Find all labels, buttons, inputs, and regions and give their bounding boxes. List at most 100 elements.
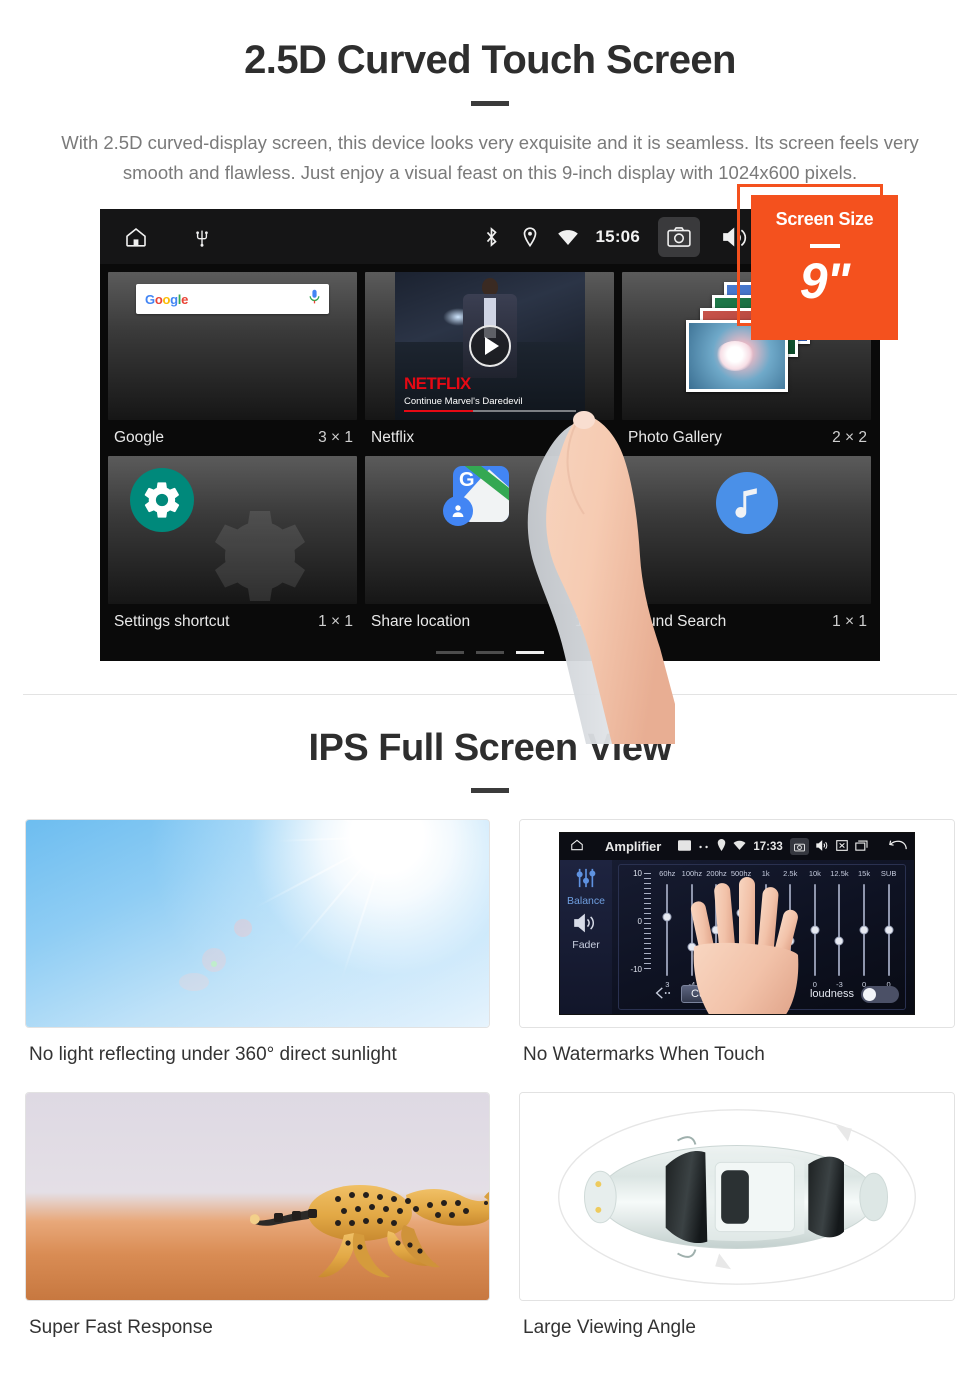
loudness-control[interactable]: loudness [809,985,899,1003]
widget-label-row: Sound Search 1 × 1 [622,604,871,640]
eq-band[interactable]: SUB 0 [876,869,901,989]
sidebar-item-balance[interactable]: Balance [560,895,612,907]
section-ips-full-screen-view: IPS Full Screen View No light reflecting… [0,695,980,1339]
eq-band-freq: 12.5k [830,869,849,878]
sidebar-item-fader[interactable]: Fader [560,939,612,951]
eq-band-freq: 10k [808,869,821,878]
play-icon[interactable] [469,325,511,367]
gear-icon[interactable] [130,468,194,532]
wifi-icon [733,840,746,853]
widget-size: 1 × 1 [575,613,610,630]
page-indicator[interactable] [108,640,872,654]
car-diagram [558,1109,916,1285]
equalizer-scale: 10 0 -10 [621,869,655,975]
widget-settings-shortcut[interactable]: Settings shortcut 1 × 1 [108,456,357,640]
feature-cell-amplifier: Amplifier 17:33 Balance Fader 10 0 -10 6… [490,819,955,1066]
eq-band[interactable]: 12.5k -3 [827,869,852,989]
page-title: 2.5D Curved Touch Screen [244,38,736,82]
gallery-icon[interactable] [678,839,692,854]
amplifier-equalizer-screenshot: Amplifier 17:33 Balance Fader 10 0 -10 6… [519,819,955,1028]
back-arrow-icon[interactable] [889,839,907,854]
page-dot-2[interactable] [476,651,504,654]
camera-icon[interactable] [658,216,700,257]
google-search-widget[interactable]: Google [108,272,357,420]
gear-icon-watermark [188,496,308,604]
microphone-icon[interactable] [309,289,320,310]
touching-hand-illustration [690,877,799,1014]
progress-bar [404,410,576,412]
feature-cell-cheetah: Super Fast Response [25,1066,490,1339]
feature-caption: Large Viewing Angle [523,1317,696,1338]
volume-icon[interactable] [816,839,829,854]
widget-share-location[interactable]: G Share location 1 × 1 [365,456,614,640]
widget-google[interactable]: Google Google 3 × 1 [108,272,357,456]
widget-name: Google [114,429,164,446]
netflix-widget[interactable]: NETFLIX Continue Marvel's Daredevil [365,272,614,420]
loudness-label: loudness [809,988,854,1000]
widget-size: 1 × 1 [318,613,353,630]
back-arrow-icon[interactable] [655,986,673,1002]
amplifier-clock: 17:33 [753,840,783,853]
widget-name: Settings shortcut [114,613,230,630]
location-pin-icon [518,225,542,249]
widget-size: 1 × 1 [832,613,867,630]
screen-size-badge: Screen Size 9" [751,195,898,340]
recents-icon[interactable] [855,839,868,854]
title-underline [471,101,509,106]
more-dots-icon[interactable] [698,841,710,853]
widget-size: 2 × 2 [832,429,867,446]
widget-netflix[interactable]: NETFLIX Continue Marvel's Daredevil Netf… [365,272,614,456]
amplifier-status-bar: Amplifier 17:33 [560,833,914,860]
badge-title: Screen Size [775,209,874,229]
speaker-icon[interactable] [574,913,598,938]
person-pin-icon [443,496,473,526]
eq-band[interactable]: 60hz 3 [655,869,680,989]
wifi-icon [556,225,580,249]
product-detail-page: 2.5D Curved Touch Screen With 2.5D curve… [0,0,980,1394]
widget-size: 3 × 1 [318,429,353,446]
loudness-toggle[interactable] [861,985,899,1003]
google-search-bar[interactable]: Google [136,284,329,314]
feature-grid: No light reflecting under 360° direct su… [25,819,955,1339]
eq-band[interactable]: 15k 0 [852,869,877,989]
usb-icon[interactable] [190,225,214,249]
share-location-widget[interactable]: G [365,456,614,604]
home-icon[interactable] [570,838,584,855]
scale-label-top: 10 [633,869,642,878]
running-cheetah-photo [25,1092,490,1301]
netflix-continue-text: Continue Marvel's Daredevil [404,396,523,407]
amplifier-ui: Amplifier 17:33 Balance Fader 10 0 -10 6… [559,832,915,1015]
sliders-icon[interactable] [575,868,597,892]
widget-label-row: Netflix 3 × 2 [365,420,614,456]
scale-label-bot: -10 [630,965,642,974]
badge-divider [809,244,840,248]
eq-band-freq: 60hz [659,869,676,878]
sound-search-widget[interactable] [622,456,871,604]
eq-band-freq: 15k [858,869,871,878]
sunlight-sky-photo [25,819,490,1028]
scale-label-mid: 0 [637,917,642,926]
settings-shortcut-widget[interactable] [108,456,357,604]
widget-sound-search[interactable]: Sound Search 1 × 1 [622,456,871,640]
close-box-icon[interactable] [835,839,848,854]
page-dot-3[interactable] [516,651,544,654]
camera-icon[interactable] [789,838,809,855]
feature-cell-sunlight: No light reflecting under 360° direct su… [25,819,490,1066]
section2-title-underline [471,788,509,793]
home-icon[interactable] [124,225,148,249]
widget-label-row: Photo Gallery 2 × 2 [622,420,871,456]
widget-label-row: Google 3 × 1 [108,420,357,456]
eq-band[interactable]: 10k 0 [803,869,828,989]
google-logo: Google [145,291,189,307]
music-note-icon[interactable] [715,472,778,534]
widget-name: Netflix [371,429,415,446]
status-bar-clock: 15:06 [595,226,640,246]
feature-caption: No light reflecting under 360° direct su… [29,1044,397,1065]
feature-caption: Super Fast Response [29,1317,213,1338]
widget-label-row: Share location 1 × 1 [365,604,614,640]
page-dot-1[interactable] [436,651,464,654]
bluetooth-icon [480,225,504,249]
eq-band-freq: SUB [880,869,897,878]
widget-name: Sound Search [628,613,727,630]
widget-label-row: Settings shortcut 1 × 1 [108,604,357,640]
